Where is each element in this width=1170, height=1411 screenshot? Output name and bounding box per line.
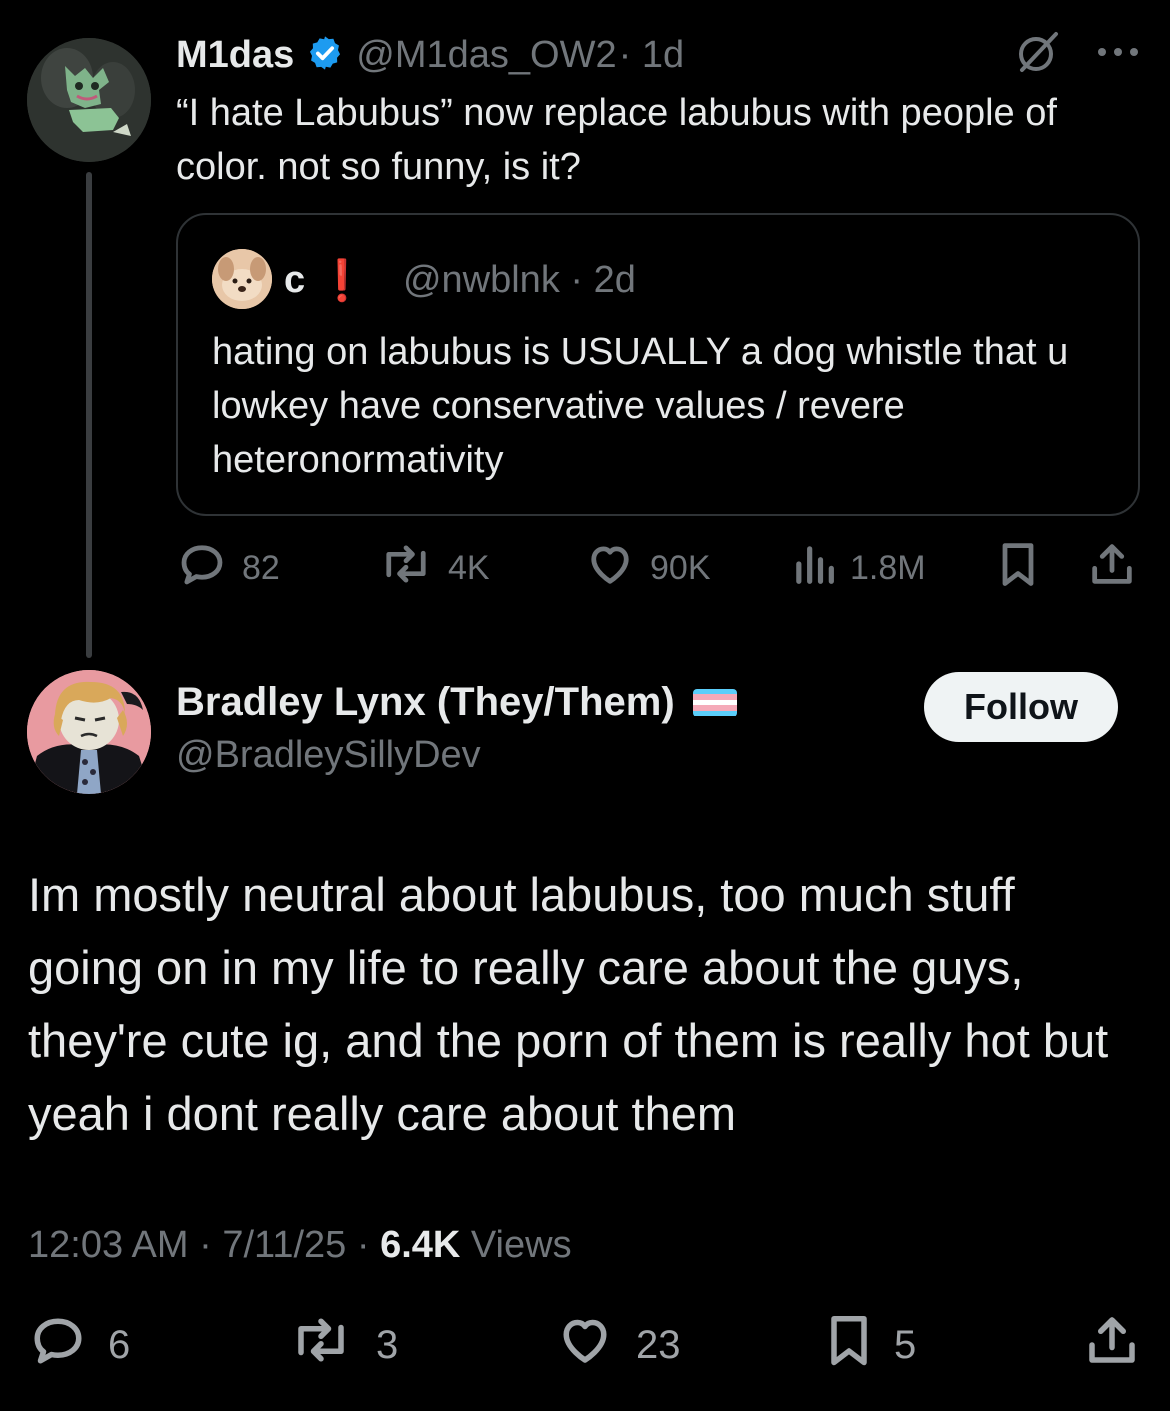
main-reply-button[interactable]: 6 xyxy=(28,1312,130,1378)
main-author-handle[interactable]: @BradleySillyDev xyxy=(176,734,481,777)
share-icon xyxy=(1088,538,1136,599)
repost-count: 4K xyxy=(448,548,490,587)
repost-icon xyxy=(378,538,434,599)
like-count: 90K xyxy=(650,548,711,587)
bookmark-button[interactable] xyxy=(996,540,1040,596)
parent-tweet-actions: 82 4K 90K 1.8M xyxy=(176,540,1140,596)
quoted-tweet-card[interactable]: c ❗ @nwblnk · 2d hating on labubus is US… xyxy=(176,213,1140,516)
parent-author-avatar[interactable] xyxy=(27,38,151,162)
main-author-name-row: Bradley Lynx (They/Them) xyxy=(176,680,737,725)
main-reply-count: 6 xyxy=(108,1322,131,1367)
parent-tweet-header: M1das @M1das_OW2 · 1d xyxy=(176,30,684,80)
parent-tweet-top-actions xyxy=(1014,28,1140,81)
main-tweet-meta: 12:03 AM · 7/11/25 · 6.4K Views xyxy=(28,1224,572,1267)
quoted-author-badge: ❗ xyxy=(317,258,367,303)
main-repost-button[interactable]: 3 xyxy=(286,1312,398,1378)
follow-button[interactable]: Follow xyxy=(924,672,1118,742)
like-button[interactable]: 90K xyxy=(584,540,711,596)
reply-count: 82 xyxy=(242,548,280,587)
more-icon[interactable] xyxy=(1096,42,1140,67)
main-repost-count: 3 xyxy=(376,1322,399,1367)
grok-icon[interactable] xyxy=(1014,28,1062,81)
main-like-button[interactable]: 23 xyxy=(554,1312,681,1378)
parent-author-handle[interactable]: @M1das_OW2 xyxy=(356,34,616,77)
thread-connector-line xyxy=(86,172,92,658)
views-count: 1.8M xyxy=(850,548,926,587)
verified-badge-icon xyxy=(306,34,344,77)
main-bookmark-count: 5 xyxy=(894,1322,917,1367)
parent-tweet-time: · 1d xyxy=(618,33,685,76)
share-button[interactable] xyxy=(1088,540,1136,596)
like-icon xyxy=(584,538,636,599)
reply-button[interactable]: 82 xyxy=(176,540,280,596)
trans-flag-icon xyxy=(692,688,737,717)
quoted-author-name: c xyxy=(284,258,306,301)
views-button[interactable]: 1.8M xyxy=(792,540,926,596)
quoted-tweet-text: hating on labubus is USUALLY a dog whist… xyxy=(212,331,1069,481)
reply-icon xyxy=(28,1310,88,1380)
bookmark-icon xyxy=(996,538,1040,599)
bookmark-icon xyxy=(824,1310,874,1380)
main-like-count: 23 xyxy=(636,1322,681,1367)
reply-icon xyxy=(176,538,228,599)
quoted-tweet-header: c ❗ @nwblnk · 2d xyxy=(284,251,636,309)
main-tweet-text: Im mostly neutral about labubus, too muc… xyxy=(28,868,1109,1140)
share-icon xyxy=(1084,1310,1140,1380)
like-icon xyxy=(554,1310,616,1380)
quoted-author-handle: @nwblnk · 2d xyxy=(402,258,636,301)
main-tweet-timestamp[interactable]: 12:03 AM · 7/11/25 · xyxy=(28,1224,380,1266)
repost-button[interactable]: 4K xyxy=(378,540,490,596)
main-author-avatar[interactable] xyxy=(27,670,151,794)
parent-tweet-text: “I hate Labubus” now replace labubus wit… xyxy=(176,92,1057,188)
views-icon xyxy=(792,538,836,599)
main-tweet-actions: 6 3 23 5 xyxy=(28,1312,1142,1378)
main-author-name[interactable]: Bradley Lynx (They/Them) xyxy=(176,680,675,725)
main-tweet-views-label: Views xyxy=(460,1224,572,1266)
quoted-author-avatar xyxy=(212,249,272,309)
main-tweet-views-count[interactable]: 6.4K xyxy=(380,1224,460,1266)
repost-icon xyxy=(286,1310,356,1380)
main-bookmark-button[interactable]: 5 xyxy=(824,1312,916,1378)
parent-author-name[interactable]: M1das xyxy=(176,34,294,77)
main-share-button[interactable] xyxy=(1084,1312,1140,1378)
